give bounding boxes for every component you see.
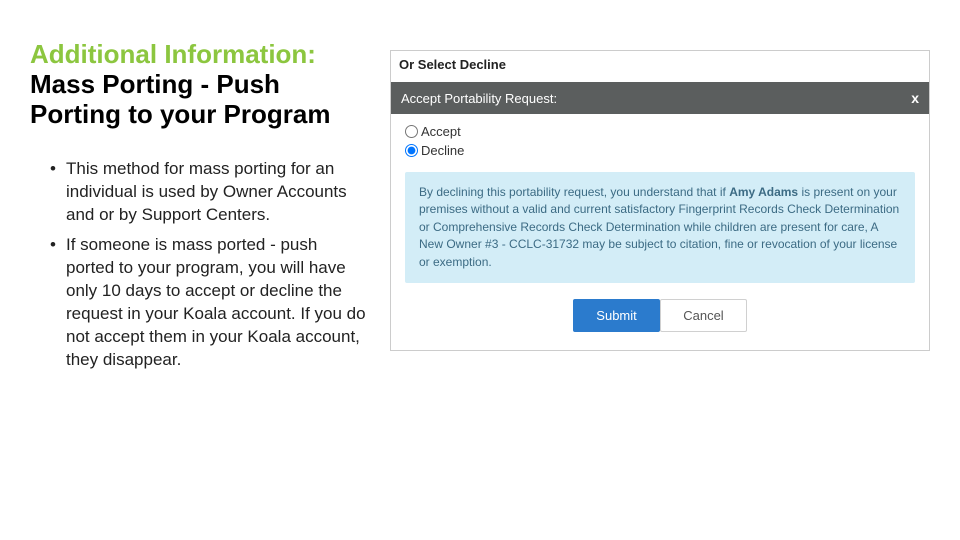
modal-header: Accept Portability Request: x [391, 82, 929, 114]
modal-title: Accept Portability Request: [401, 91, 557, 106]
left-column: Additional Information: Mass Porting - P… [30, 40, 390, 510]
decline-notice: By declining this portability request, y… [405, 172, 915, 283]
title-line-1: Additional Information: [30, 40, 370, 70]
radio-accept[interactable]: Accept [405, 124, 915, 139]
right-column: Or Select Decline Accept Portability Req… [390, 40, 930, 510]
or-select-decline-label: Or Select Decline [391, 51, 929, 82]
radio-decline[interactable]: Decline [405, 143, 915, 158]
title-line-2: Mass Porting - Push Porting to your Prog… [30, 70, 370, 130]
radio-accept-label: Accept [421, 124, 461, 139]
bullet-item: If someone is mass ported - push ported … [50, 234, 370, 372]
bullet-item: This method for mass porting for an indi… [50, 158, 370, 227]
button-row: Submit Cancel [405, 299, 915, 332]
radio-decline-label: Decline [421, 143, 464, 158]
cancel-button[interactable]: Cancel [660, 299, 746, 332]
slide: Additional Information: Mass Porting - P… [0, 0, 960, 540]
radio-accept-input[interactable] [405, 125, 418, 138]
radio-decline-input[interactable] [405, 144, 418, 157]
bullet-list: This method for mass porting for an indi… [30, 158, 370, 372]
submit-button[interactable]: Submit [573, 299, 659, 332]
app-screenshot: Or Select Decline Accept Portability Req… [390, 50, 930, 351]
title-block: Additional Information: Mass Porting - P… [30, 40, 370, 130]
modal-body: Accept Decline By declining this portabi… [391, 114, 929, 350]
close-icon[interactable]: x [911, 90, 919, 106]
